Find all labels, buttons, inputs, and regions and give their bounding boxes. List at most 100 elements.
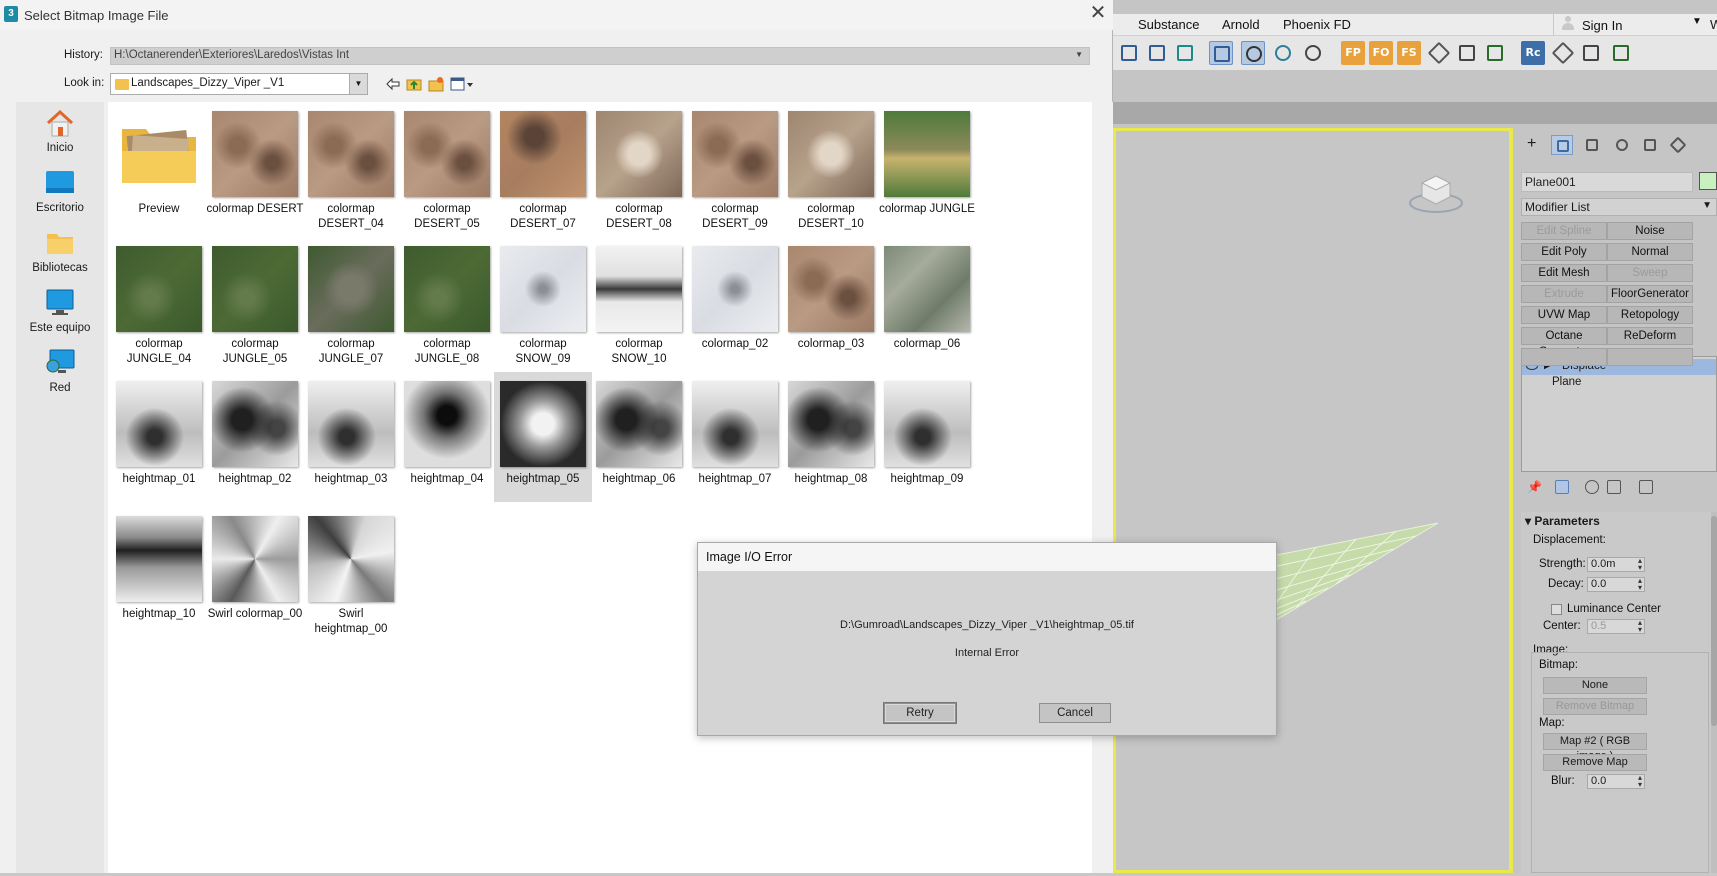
cancel-button[interactable]: Cancel <box>1039 703 1111 723</box>
file-item[interactable]: heightmap_05 <box>494 372 592 502</box>
file-item[interactable]: colormap JUNGLE_08 <box>398 237 496 367</box>
place-inicio[interactable]: Inicio <box>16 106 104 162</box>
create-tab-icon[interactable]: + <box>1523 135 1545 155</box>
remove-bitmap-button[interactable]: Remove Bitmap <box>1543 698 1647 715</box>
modifier-button[interactable]: Retopology <box>1607 306 1693 324</box>
fo-icon[interactable]: FO <box>1369 41 1393 65</box>
look-in-dropdown[interactable]: Landscapes_Dizzy_Viper _V1 ▼ <box>110 73 368 95</box>
menu-phoenix-fd[interactable]: Phoenix FD <box>1283 17 1351 32</box>
modifier-button[interactable]: Edit Poly <box>1521 243 1607 261</box>
remove-modifier-icon[interactable] <box>1607 480 1621 494</box>
modifier-button[interactable]: UVW Map <box>1521 306 1607 324</box>
hierarchy-tab-icon[interactable] <box>1581 135 1603 155</box>
modifier-button-empty[interactable] <box>1607 348 1693 366</box>
file-item[interactable]: colormap DESERT <box>206 102 304 232</box>
modifier-button-empty[interactable] <box>1521 348 1607 366</box>
fp-icon[interactable]: FP <box>1341 41 1365 65</box>
file-item[interactable]: colormap DESERT_09 <box>686 102 784 232</box>
file-item[interactable]: colormap JUNGLE_04 <box>110 237 208 367</box>
file-item[interactable]: colormap JUNGLE_07 <box>302 237 400 367</box>
modifier-button[interactable]: Sweep <box>1607 264 1693 282</box>
file-item[interactable]: heightmap_09 <box>878 372 976 502</box>
object-color-swatch[interactable] <box>1699 172 1717 190</box>
show-end-result-icon[interactable] <box>1555 480 1569 494</box>
perspective-viewport[interactable] <box>1113 128 1513 873</box>
history-dropdown[interactable]: H:\Octanerender\Exteriores\Laredos\Vista… <box>110 47 1090 65</box>
panel-icon[interactable] <box>1483 41 1507 65</box>
file-item[interactable]: Preview <box>110 102 208 232</box>
modifier-button[interactable]: ReDeform <box>1607 327 1693 345</box>
object-name-field[interactable]: Plane001 <box>1521 172 1693 192</box>
display-tab-icon[interactable] <box>1639 135 1661 155</box>
frame-buffer-icon[interactable] <box>1209 41 1233 65</box>
make-unique-icon[interactable] <box>1585 480 1599 494</box>
file-item[interactable]: colormap DESERT_04 <box>302 102 400 232</box>
file-item[interactable]: colormap SNOW_09 <box>494 237 592 367</box>
file-item[interactable]: colormap DESERT_05 <box>398 102 496 232</box>
file-item[interactable]: colormap SNOW_10 <box>590 237 688 367</box>
file-item[interactable]: Swirl colormap_00 <box>206 507 304 637</box>
menu-arnold[interactable]: Arnold <box>1222 17 1260 32</box>
rc-icon[interactable]: Rc <box>1521 41 1545 65</box>
place-este-equipo[interactable]: Este equipo <box>16 286 104 342</box>
modifier-list-dropdown[interactable]: Modifier List ▼ <box>1521 198 1717 216</box>
dialog-titlebar[interactable]: 3 Select Bitmap Image File ✕ <box>0 0 1113 30</box>
command-panel-scrollbar[interactable] <box>1711 512 1717 873</box>
blur-spinner[interactable]: 0.0 ▴ ▾ <box>1587 774 1645 789</box>
list-icon[interactable] <box>1455 41 1479 65</box>
list2-icon[interactable] <box>1579 41 1603 65</box>
up-folder-icon[interactable] <box>406 76 422 92</box>
configure-sets-icon[interactable] <box>1639 480 1653 494</box>
modifier-button[interactable]: Edit Spline <box>1521 222 1607 240</box>
modifier-button[interactable]: Noise <box>1607 222 1693 240</box>
file-item[interactable]: colormap DESERT_10 <box>782 102 880 232</box>
back-icon[interactable] <box>385 76 401 92</box>
map-button[interactable]: Map #2 ( RGB image ) <box>1543 733 1647 762</box>
view-menu-icon[interactable] <box>450 76 474 92</box>
strength-spinner[interactable]: 0.0m ▴ ▾ <box>1587 557 1645 572</box>
teapot-scene-icon[interactable] <box>1301 41 1325 65</box>
retry-button[interactable]: Retry <box>884 703 956 723</box>
tools2-icon[interactable] <box>1551 41 1575 65</box>
file-item[interactable]: colormap_02 <box>686 237 784 367</box>
file-item[interactable]: colormap JUNGLE <box>878 102 976 232</box>
file-item[interactable]: heightmap_03 <box>302 372 400 502</box>
remove-map-button[interactable]: Remove Map <box>1543 754 1647 771</box>
viewcube-icon[interactable] <box>1408 165 1464 219</box>
error-titlebar[interactable]: Image I/O Error <box>698 543 1276 571</box>
close-icon[interactable]: ✕ <box>1088 3 1108 24</box>
motion-tab-icon[interactable] <box>1611 135 1633 155</box>
file-item[interactable]: colormap DESERT_07 <box>494 102 592 232</box>
file-item[interactable]: colormap_06 <box>878 237 976 367</box>
file-item[interactable]: colormap DESERT_08 <box>590 102 688 232</box>
center-spinner[interactable]: 0.5 ▴ ▾ <box>1587 619 1645 634</box>
pin-icon[interactable]: 📌 <box>1527 480 1542 494</box>
file-item[interactable]: Swirl heightmap_00 <box>302 507 400 637</box>
modifier-button[interactable]: Edit Mesh <box>1521 264 1607 282</box>
teapot-render-icon[interactable] <box>1271 41 1295 65</box>
place-escritorio[interactable]: Escritorio <box>16 166 104 222</box>
file-item[interactable]: heightmap_02 <box>206 372 304 502</box>
parameters-title[interactable]: ▾ Parameters <box>1525 514 1600 528</box>
file-item[interactable]: heightmap_10 <box>110 507 208 637</box>
file-item[interactable]: heightmap_06 <box>590 372 688 502</box>
curve-editor-icon[interactable] <box>1145 41 1169 65</box>
modifier-button[interactable]: Normal <box>1607 243 1693 261</box>
menu-substance[interactable]: Substance <box>1138 17 1199 32</box>
decay-spinner[interactable]: 0.0 ▴ ▾ <box>1587 577 1645 592</box>
modifier-button[interactable]: Octane Geometry <box>1521 327 1607 358</box>
utilities-tab-icon[interactable] <box>1667 135 1689 155</box>
file-item[interactable]: heightmap_04 <box>398 372 496 502</box>
teapot-active-icon[interactable] <box>1241 41 1265 65</box>
modifier-button[interactable]: Extrude <box>1521 285 1607 303</box>
sign-in-dropdown[interactable]: Sign In ▼ <box>1553 14 1703 36</box>
panel2-icon[interactable] <box>1609 41 1633 65</box>
render-setup-icon[interactable] <box>1117 41 1141 65</box>
place-red[interactable]: Red <box>16 346 104 402</box>
file-item[interactable]: colormap_03 <box>782 237 880 367</box>
fs-icon[interactable]: FS <box>1397 41 1421 65</box>
file-item[interactable]: heightmap_08 <box>782 372 880 502</box>
file-item[interactable]: heightmap_01 <box>110 372 208 502</box>
bitmap-none-button[interactable]: None <box>1543 677 1647 694</box>
import-icon[interactable] <box>1173 41 1197 65</box>
